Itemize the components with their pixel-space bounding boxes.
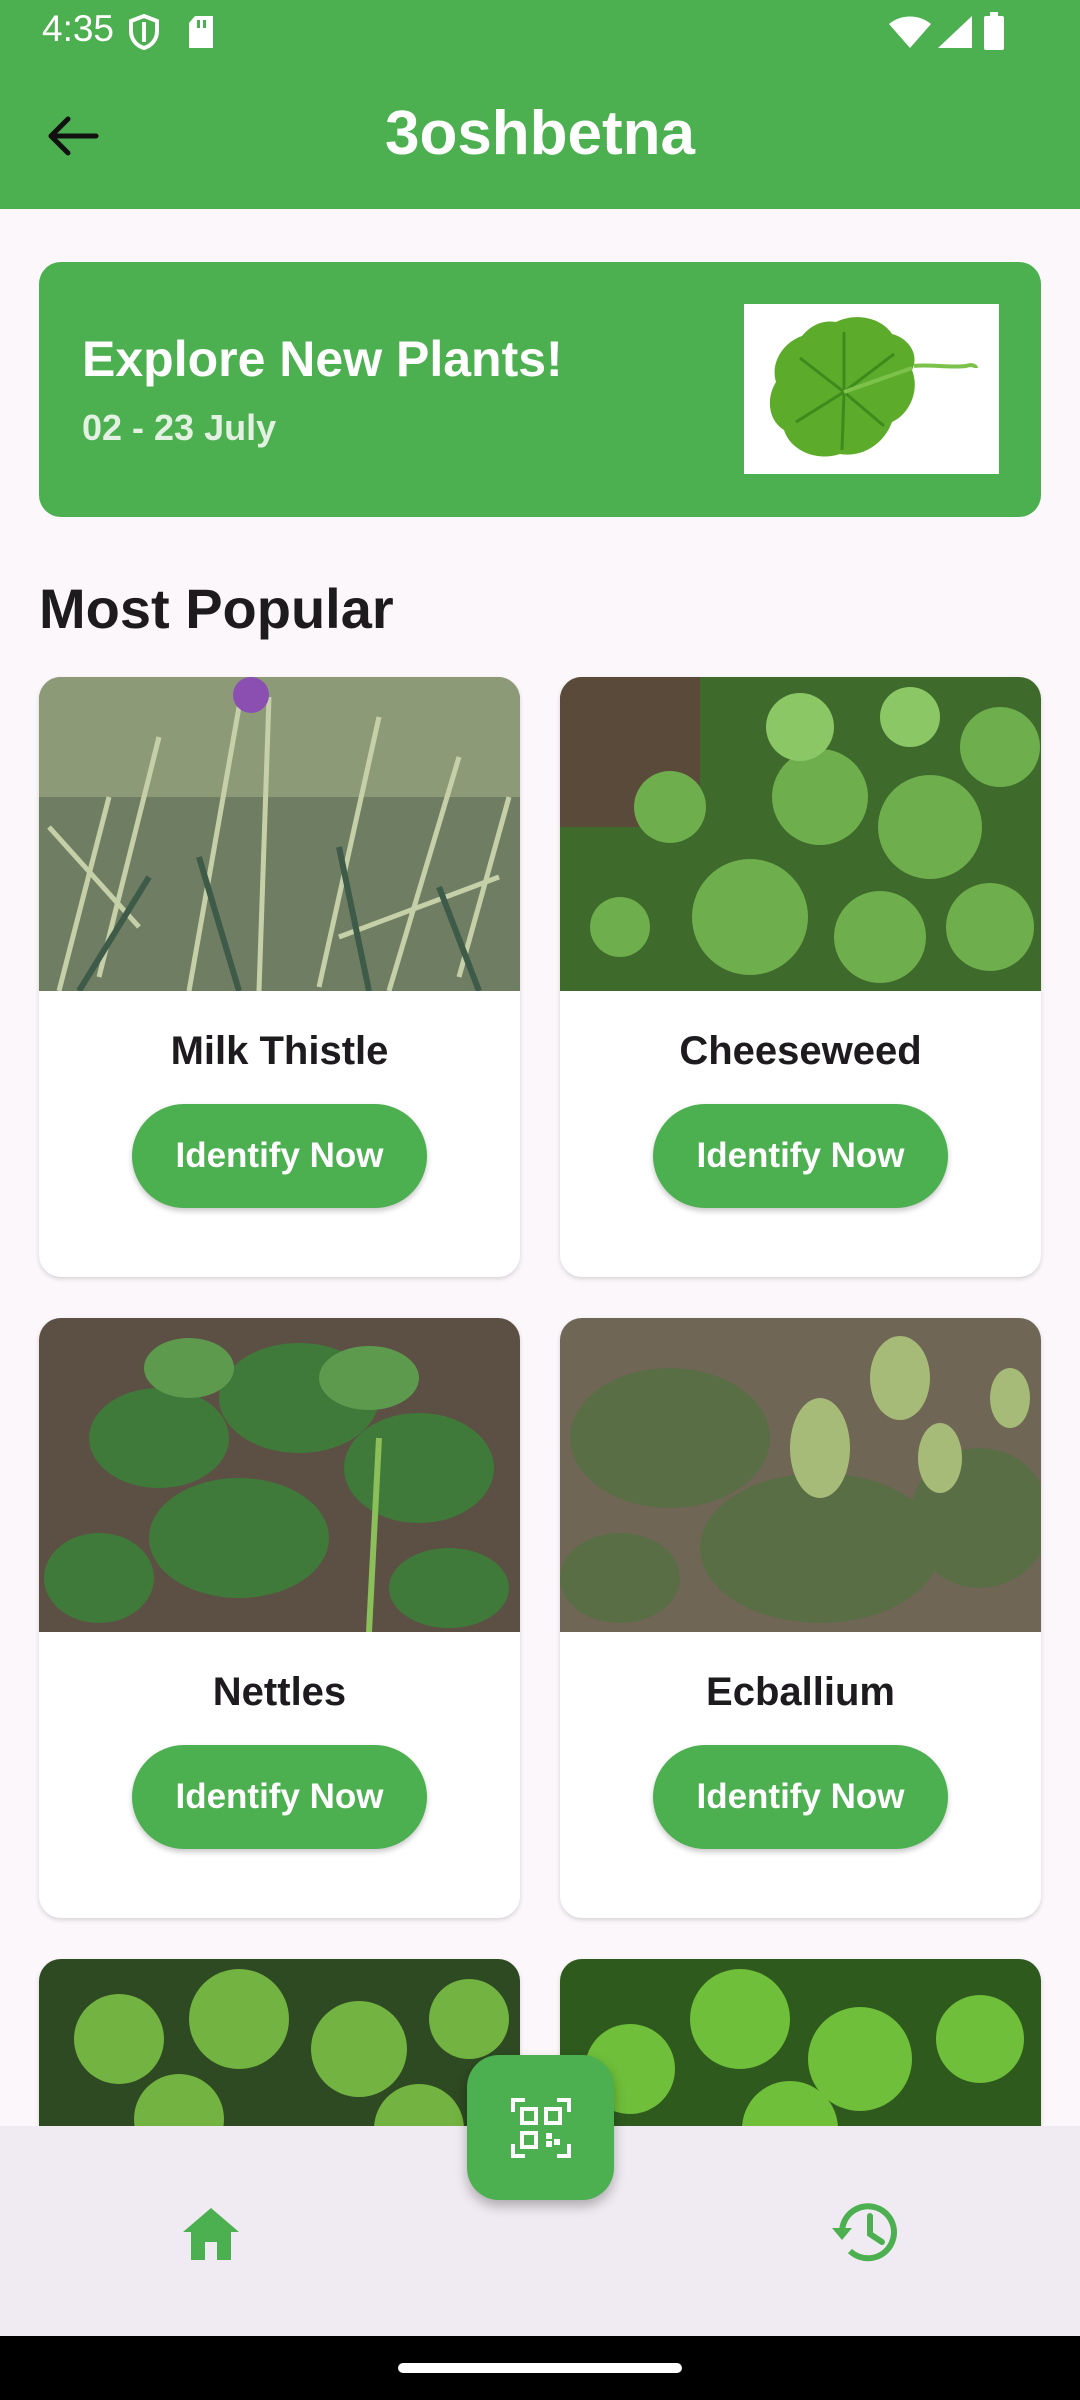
qr-scan-icon xyxy=(510,2097,571,2158)
plant-card-partial[interactable] xyxy=(560,1959,1041,2139)
identify-now-button[interactable]: Identify Now xyxy=(653,1745,948,1849)
parsley-photo xyxy=(39,1959,520,2139)
plant-name: Nettles xyxy=(212,1670,347,1714)
nettles-photo xyxy=(39,1318,520,1632)
battery-icon xyxy=(984,12,1004,50)
wifi-icon xyxy=(889,16,931,48)
banner-date: 02 - 23 July xyxy=(82,407,277,448)
app-title: 3oshbetna xyxy=(384,99,696,168)
home-icon xyxy=(183,2208,239,2260)
plant-card-ecballium[interactable]: Ecballium Identify Now xyxy=(560,1318,1041,1918)
milk-thistle-photo xyxy=(39,677,520,991)
status-time: 4:35 xyxy=(42,8,115,49)
coriander-photo xyxy=(560,1959,1041,2139)
cheeseweed-photo xyxy=(560,677,1041,991)
history-nav-button[interactable] xyxy=(830,2194,906,2270)
identify-now-button[interactable]: Identify Now xyxy=(132,1104,427,1208)
signal-icon xyxy=(938,16,972,48)
plant-name: Ecballium xyxy=(706,1670,895,1714)
banner-title: Explore New Plants! xyxy=(82,331,563,387)
plant-card-nettles[interactable]: Nettles Identify Now xyxy=(39,1318,520,1918)
section-title-most-popular: Most Popular xyxy=(39,577,394,640)
plant-name: Cheeseweed xyxy=(679,1029,922,1073)
plant-card-partial[interactable] xyxy=(39,1959,520,2139)
plant-card-cheeseweed[interactable]: Cheeseweed Identify Now xyxy=(560,677,1041,1277)
top-app-bar: 4:35 3oshbetna xyxy=(0,0,1080,209)
ecballium-photo xyxy=(560,1318,1041,1632)
home-gesture-handle[interactable] xyxy=(398,2363,682,2373)
explore-banner[interactable]: Explore New Plants! 02 - 23 July xyxy=(39,262,1041,517)
identify-now-button[interactable]: Identify Now xyxy=(653,1104,948,1208)
sd-card-icon xyxy=(189,16,213,48)
home-nav-button[interactable] xyxy=(175,2198,247,2270)
scan-button[interactable] xyxy=(467,2055,614,2200)
system-navigation-bar xyxy=(0,2336,1080,2400)
status-bar: 4:35 xyxy=(0,0,1080,62)
identify-now-button[interactable]: Identify Now xyxy=(132,1745,427,1849)
plant-card-milk-thistle[interactable]: Milk Thistle Identify Now xyxy=(39,677,520,1277)
history-icon xyxy=(832,2203,897,2262)
plant-name: Milk Thistle xyxy=(170,1029,389,1073)
banner-leaf-image xyxy=(744,304,999,474)
shield-icon xyxy=(129,14,159,50)
